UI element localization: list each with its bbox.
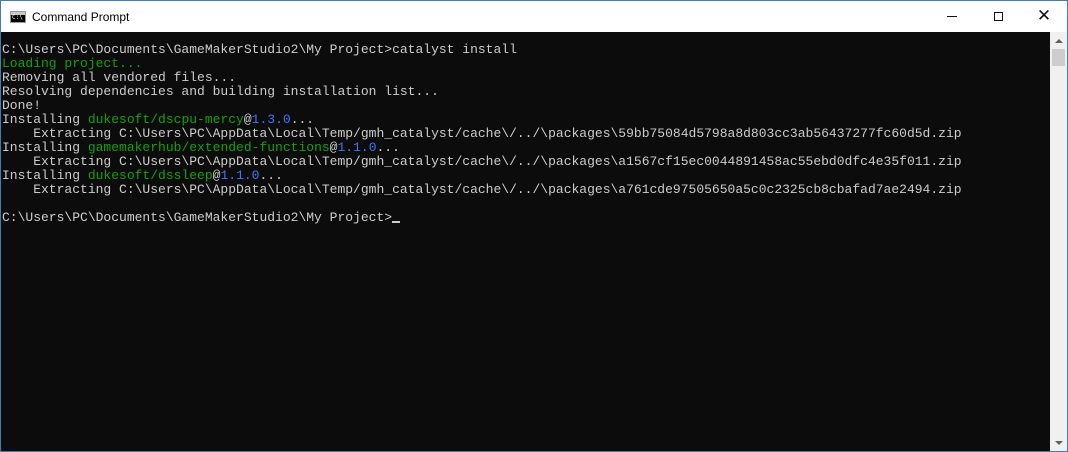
line-text: Extracting C:\Users\PC\AppData\Local\Tem… [2, 182, 962, 197]
line-prefix: Installing [2, 140, 88, 155]
line-text: Done! [2, 98, 42, 113]
title-bar[interactable]: Command Prompt ✕ [1, 1, 1067, 32]
line-suffix: ... [376, 140, 400, 155]
command-prompt-window: Command Prompt ✕ C:\Users\PC\Documents\G… [0, 0, 1068, 452]
console-line: C:\Users\PC\Documents\GameMakerStudio2\M… [2, 43, 962, 57]
line-package: dukesoft/dscpu-mercy [87, 112, 244, 127]
close-button[interactable]: ✕ [1021, 1, 1067, 32]
console-text-area[interactable]: C:\Users\PC\Documents\GameMakerStudio2\M… [2, 43, 962, 225]
console-line: Resolving dependencies and building inst… [2, 85, 962, 99]
scroll-down-button[interactable] [1050, 434, 1067, 451]
scroll-up-button[interactable] [1050, 32, 1067, 49]
console-line: Extracting C:\Users\PC\AppData\Local\Tem… [2, 126, 962, 141]
line-text: Removing all vendored files... [2, 70, 237, 85]
line-version: 1.1.0 [337, 140, 377, 155]
line-version: 1.1.0 [220, 168, 260, 183]
line-package: gamemakerhub/extended-functions [87, 140, 330, 155]
line-at: @ [243, 112, 252, 127]
line-text: Loading project... [2, 56, 143, 71]
console-line: Installing dukesoft/dscpu-mercy@1.3.0... [2, 113, 962, 127]
line-prefix: Installing [2, 168, 88, 183]
line-suffix: ... [259, 168, 283, 183]
close-icon: ✕ [1036, 6, 1052, 26]
line-suffix: ... [290, 112, 315, 127]
console-line: Installing dukesoft/dssleep@1.1.0... [2, 169, 962, 183]
arrow-down-icon [1054, 440, 1063, 445]
console-line: C:\Users\PC\Documents\GameMakerStudio2\M… [2, 211, 962, 225]
console-line: Loading project... [2, 57, 962, 71]
console-output[interactable]: C:\Users\PC\Documents\GameMakerStudio2\M… [1, 32, 1050, 451]
console-line: Done! [2, 99, 962, 113]
console-line: Extracting C:\Users\PC\AppData\Local\Tem… [2, 182, 962, 197]
maximize-button[interactable] [975, 1, 1021, 32]
console-line: Installing gamemakerhub/extended-functio… [2, 141, 962, 155]
window-controls: ✕ [929, 1, 1067, 32]
vertical-scrollbar[interactable] [1050, 32, 1067, 451]
minimize-button[interactable] [929, 1, 975, 32]
line-version: 1.3.0 [251, 112, 291, 127]
console-line: Extracting C:\Users\PC\AppData\Local\Tem… [2, 154, 962, 169]
arrow-up-icon [1054, 38, 1063, 43]
scroll-thumb[interactable] [1052, 49, 1065, 66]
maximize-icon [993, 12, 1003, 21]
cmd-icon[interactable] [10, 10, 26, 23]
line-text: C:\Users\PC\Documents\GameMakerStudio2\M… [2, 210, 393, 225]
line-text: Extracting C:\Users\PC\AppData\Local\Tem… [2, 154, 962, 169]
line-text: C:\Users\PC\Documents\GameMakerStudio2\M… [2, 42, 517, 57]
console-line: Removing all vendored files... [2, 71, 962, 85]
line-prefix: Installing [2, 112, 88, 127]
minimize-icon [947, 16, 957, 17]
window-title: Command Prompt [32, 9, 130, 24]
line-text: Extracting C:\Users\PC\AppData\Local\Tem… [2, 126, 962, 141]
line-package: dukesoft/dssleep [87, 168, 213, 183]
line-text: Resolving dependencies and building inst… [2, 84, 439, 99]
text-cursor [392, 221, 401, 223]
